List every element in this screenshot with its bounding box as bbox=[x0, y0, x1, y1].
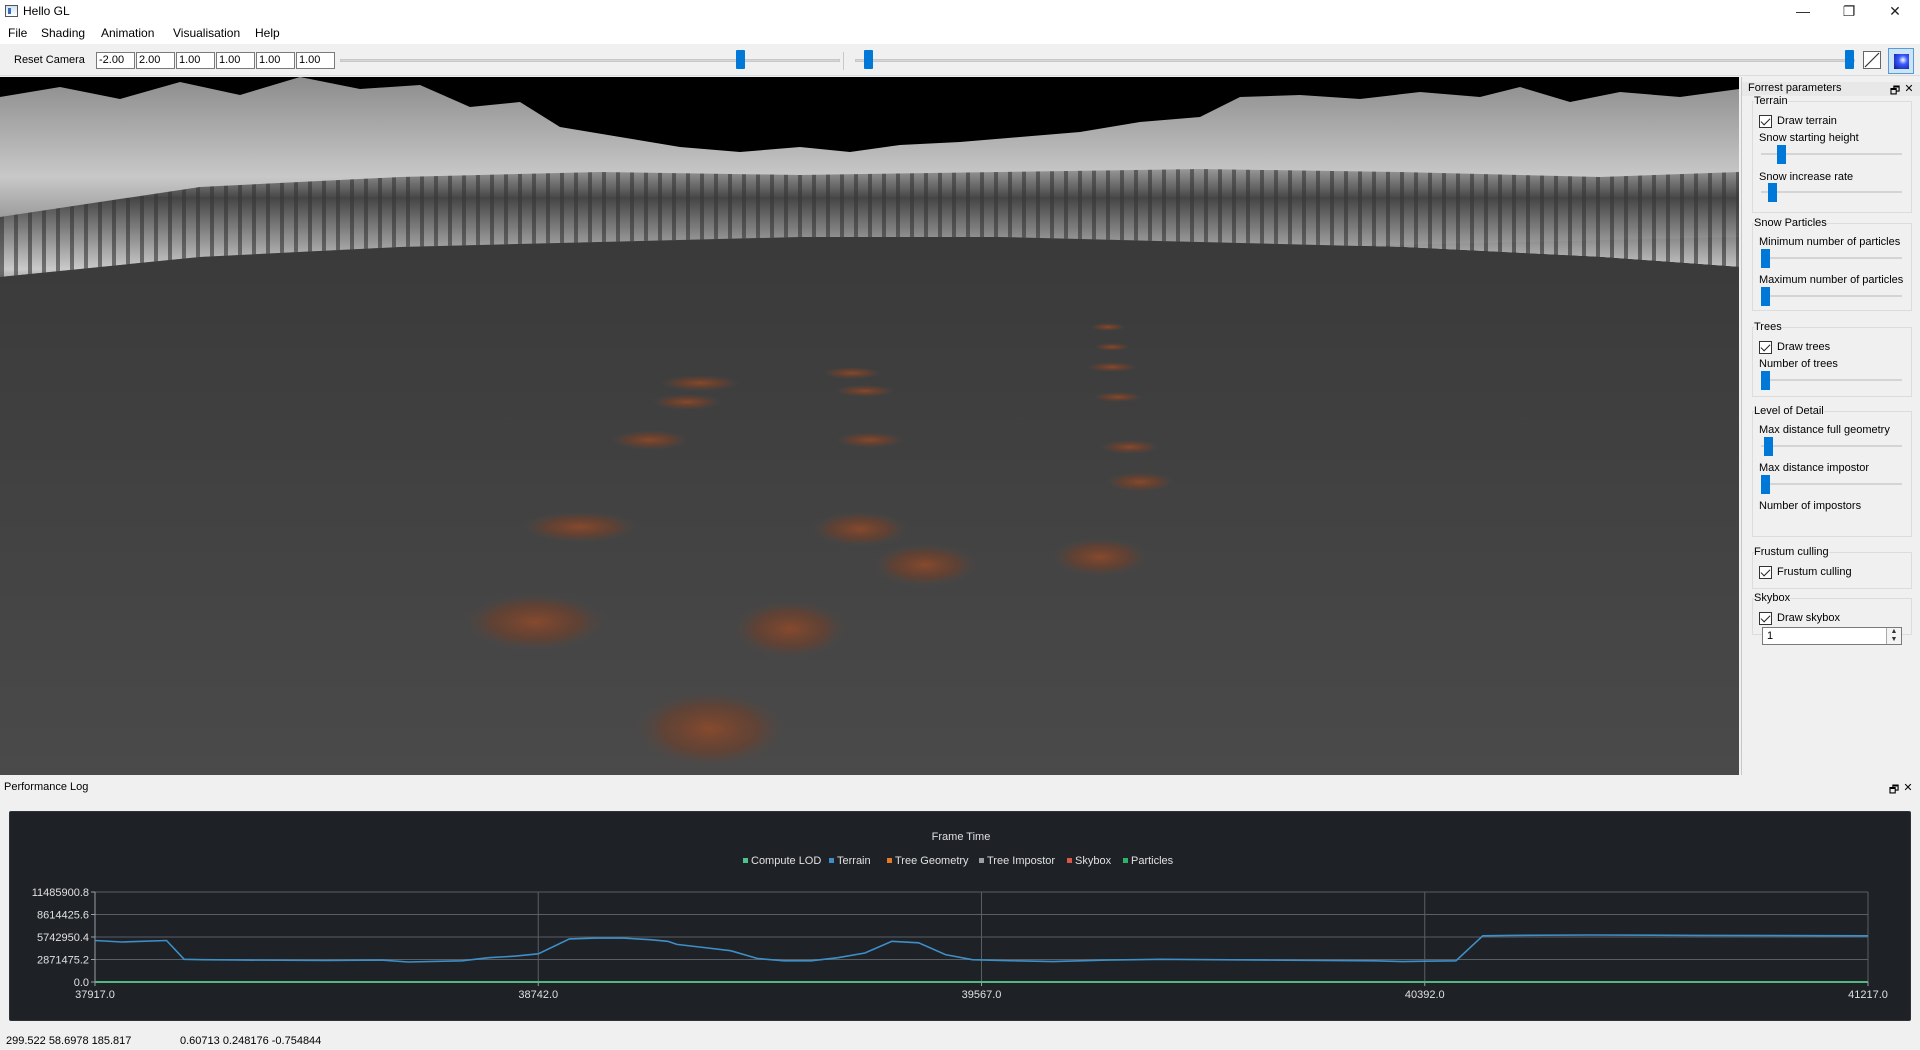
app-icon bbox=[5, 5, 18, 17]
num-impostors-spinbox[interactable]: 1 ▲ ▼ bbox=[1762, 627, 1902, 645]
terrain-render bbox=[0, 77, 1739, 775]
min-particles-slider[interactable] bbox=[1761, 249, 1902, 268]
toolbar-slider-1-handle[interactable] bbox=[736, 50, 745, 69]
snow-rate-label: Snow increase rate bbox=[1759, 171, 1854, 183]
x-tick-label: 37917.0 bbox=[75, 989, 115, 1001]
frustum-culling-checkbox[interactable] bbox=[1759, 566, 1772, 579]
snow-start-slider[interactable] bbox=[1761, 145, 1902, 164]
menu-bar: File Shading Animation Visualisation Hel… bbox=[0, 22, 1920, 44]
camera-position: 299.522 58.6978 185.817 bbox=[6, 1035, 132, 1047]
shaded-sphere-icon[interactable] bbox=[1888, 48, 1914, 74]
reset-camera-button[interactable]: Reset Camera bbox=[14, 54, 85, 66]
x-tick-label: 40392.0 bbox=[1405, 989, 1445, 1001]
dock-title: Forrest parameters bbox=[1748, 82, 1842, 94]
num-impostors-label: Number of impostors bbox=[1759, 500, 1862, 512]
restore-icon[interactable]: ❐ bbox=[1826, 0, 1872, 22]
max-full-label: Max distance full geometry bbox=[1759, 424, 1890, 436]
snow-start-label: Snow starting height bbox=[1759, 132, 1859, 144]
x-tick-label: 38742.0 bbox=[518, 989, 558, 1001]
frustum-culling-label: Frustum culling bbox=[1777, 566, 1852, 578]
x-tick-label: 39567.0 bbox=[962, 989, 1002, 1001]
number-trees-label: Number of trees bbox=[1759, 358, 1838, 370]
float-icon[interactable]: 🗗 bbox=[1889, 82, 1901, 101]
dock-header: Forrest parameters 🗗 ✕ bbox=[1742, 82, 1920, 97]
number-trees-slider[interactable] bbox=[1761, 371, 1902, 390]
max-particles-slider[interactable] bbox=[1761, 287, 1902, 306]
camera-field-1[interactable]: -2.00 bbox=[96, 52, 135, 69]
x-tick-label: 41217.0 bbox=[1848, 989, 1888, 1001]
toolbar-slider-2-handle[interactable] bbox=[864, 50, 873, 69]
menu-animation[interactable]: Animation bbox=[101, 26, 154, 40]
menu-help[interactable]: Help bbox=[255, 26, 280, 40]
legend-marker bbox=[887, 858, 892, 863]
title-bar: Hello GL — ❐ ✕ bbox=[0, 0, 1920, 22]
toolbar: Reset Camera -2.00 2.00 1.00 1.00 1.00 1… bbox=[0, 46, 1920, 76]
y-tick-label: 5742950.4 bbox=[37, 932, 89, 944]
camera-field-5[interactable]: 1.00 bbox=[256, 52, 295, 69]
toolbar-slider-3-handle[interactable] bbox=[1845, 50, 1854, 69]
trees-title: Trees bbox=[1754, 321, 1782, 333]
legend-marker bbox=[1067, 858, 1072, 863]
max-particles-label: Maximum number of particles bbox=[1759, 274, 1904, 286]
menu-shading[interactable]: Shading bbox=[41, 26, 85, 40]
minimize-icon[interactable]: — bbox=[1780, 0, 1826, 22]
y-tick-label: 11485900.8 bbox=[32, 887, 89, 899]
legend-marker bbox=[743, 858, 748, 863]
num-impostors-value: 1 bbox=[1767, 630, 1774, 642]
camera-field-4[interactable]: 1.00 bbox=[216, 52, 255, 69]
y-tick-label: 0.0 bbox=[74, 977, 89, 989]
y-tick-label: 2871475.2 bbox=[37, 955, 89, 967]
float-icon[interactable]: 🗗 bbox=[1888, 781, 1900, 800]
chart-svg: Frame Time Compute LOD Terrain Tree Geometr… bbox=[32, 831, 1888, 1001]
close-icon[interactable]: ✕ bbox=[1902, 781, 1914, 794]
chart-title: Frame Time bbox=[932, 831, 991, 843]
camera-field-3[interactable]: 1.00 bbox=[176, 52, 215, 69]
y-tick-label: 8614425.6 bbox=[37, 910, 89, 922]
frustum-title: Frustum culling bbox=[1754, 546, 1829, 558]
max-full-slider[interactable] bbox=[1761, 437, 1902, 456]
close-icon[interactable]: ✕ bbox=[1903, 82, 1915, 95]
draw-skybox-checkbox[interactable] bbox=[1759, 612, 1772, 625]
snow-rate-slider[interactable] bbox=[1761, 183, 1902, 202]
legend-entry: Compute LOD bbox=[751, 855, 821, 867]
legend-entry: Tree Impostor bbox=[987, 855, 1055, 867]
forest-parameters-dock: Forrest parameters 🗗 ✕ Terrain Draw terr… bbox=[1741, 77, 1920, 775]
performance-log-title: Performance Log bbox=[4, 781, 89, 793]
terrain-group-title: Terrain bbox=[1754, 95, 1788, 107]
min-particles-label: Minimum number of particles bbox=[1759, 236, 1901, 248]
legend-entry: Skybox bbox=[1075, 855, 1112, 867]
performance-log-header: Performance Log 🗗 ✕ bbox=[0, 779, 1920, 796]
close-icon[interactable]: ✕ bbox=[1872, 0, 1918, 22]
gl-viewport[interactable] bbox=[0, 77, 1739, 775]
toolbar-slider-2-track[interactable] bbox=[855, 59, 1855, 62]
draw-skybox-label: Draw skybox bbox=[1777, 612, 1840, 624]
skybox-title: Skybox bbox=[1754, 592, 1791, 604]
camera-direction: 0.60713 0.248176 -0.754844 bbox=[180, 1035, 322, 1047]
wireframe-icon[interactable] bbox=[1863, 51, 1881, 69]
window-title: Hello GL bbox=[23, 4, 70, 18]
legend-entry: Tree Geometry bbox=[895, 855, 969, 867]
legend-marker bbox=[1123, 858, 1128, 863]
legend-entry: Terrain bbox=[837, 855, 871, 867]
menu-visualisation[interactable]: Visualisation bbox=[173, 26, 240, 40]
menu-file[interactable]: File bbox=[8, 26, 27, 40]
legend-marker bbox=[979, 858, 984, 863]
spin-arrows-icon[interactable]: ▲ ▼ bbox=[1886, 628, 1901, 644]
frame-time-chart: Frame Time Compute LOD Terrain Tree Geometr… bbox=[9, 811, 1911, 1021]
legend-marker bbox=[829, 858, 834, 863]
draw-terrain-checkbox[interactable] bbox=[1759, 115, 1772, 128]
toolbar-separator bbox=[843, 52, 844, 70]
max-impostor-label: Max distance impostor bbox=[1759, 462, 1870, 474]
lod-title: Level of Detail bbox=[1754, 405, 1824, 417]
legend-entry: Particles bbox=[1131, 855, 1174, 867]
toolbar-slider-1-track[interactable] bbox=[340, 59, 840, 62]
draw-terrain-label: Draw terrain bbox=[1777, 115, 1837, 127]
draw-trees-checkbox[interactable] bbox=[1759, 341, 1772, 354]
snow-particles-title: Snow Particles bbox=[1754, 217, 1827, 229]
status-bar: 299.522 58.6978 185.817 0.60713 0.248176… bbox=[0, 1030, 1920, 1050]
draw-trees-label: Draw trees bbox=[1777, 341, 1831, 353]
camera-field-6[interactable]: 1.00 bbox=[296, 52, 335, 69]
camera-field-2[interactable]: 2.00 bbox=[136, 52, 175, 69]
max-impostor-slider[interactable] bbox=[1761, 475, 1902, 494]
